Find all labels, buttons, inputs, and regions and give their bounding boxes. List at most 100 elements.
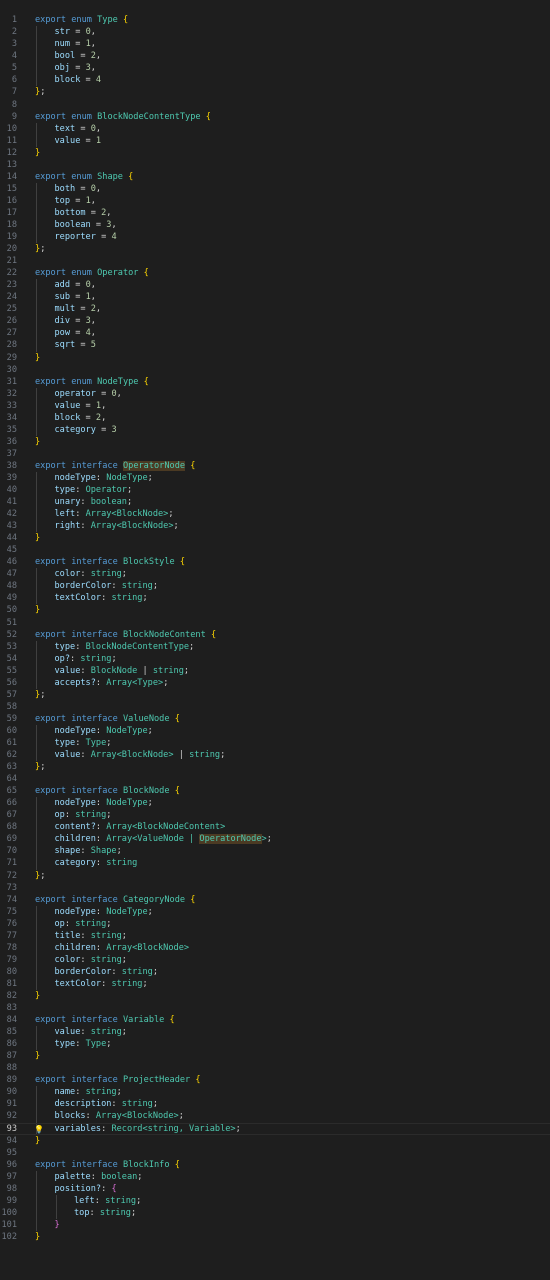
code-line[interactable]: 53 type: BlockNodeContentType; bbox=[0, 640, 550, 653]
code-line[interactable]: 8 bbox=[0, 99, 550, 111]
code-line[interactable]: 27 pow = 4, bbox=[0, 327, 550, 340]
code-line[interactable]: 65 export interface BlockNode { bbox=[0, 785, 550, 797]
code-line[interactable]: 85 value: string; bbox=[0, 1026, 550, 1039]
code-line[interactable]: 90 name: string; bbox=[0, 1086, 550, 1099]
code-line[interactable]: 61 type: Type; bbox=[0, 737, 550, 750]
code-line[interactable]: 35 category = 3 bbox=[0, 423, 550, 436]
code-line[interactable]: 62 value: Array<BlockNode> | string; bbox=[0, 749, 550, 762]
code-line[interactable]: 12} bbox=[0, 147, 550, 159]
code-line[interactable]: 16 top = 1, bbox=[0, 194, 550, 207]
code-line[interactable]: 22 export enum Operator { bbox=[0, 267, 550, 279]
code-line[interactable]: 6 block = 4 bbox=[0, 74, 550, 87]
code-line[interactable]: 95 bbox=[0, 1147, 550, 1159]
code-line[interactable]: 64 bbox=[0, 773, 550, 785]
code-line[interactable]: 54 op?: string; bbox=[0, 652, 550, 665]
code-line[interactable]: 29} bbox=[0, 352, 550, 364]
code-line[interactable]: 58 bbox=[0, 701, 550, 713]
code-line[interactable]: 49 textColor: string; bbox=[0, 592, 550, 605]
code-line[interactable]: 77 title: string; bbox=[0, 929, 550, 942]
code-line[interactable]: 48 borderColor: string; bbox=[0, 580, 550, 593]
code-line[interactable]: 74 export interface CategoryNode { bbox=[0, 894, 550, 906]
code-line[interactable]: 5 obj = 3, bbox=[0, 62, 550, 75]
code-line[interactable]: 10 text = 0, bbox=[0, 122, 550, 135]
code-line[interactable]: 18 boolean = 3, bbox=[0, 218, 550, 232]
code-line[interactable]: 59 export interface ValueNode { bbox=[0, 713, 550, 725]
code-line[interactable]: 68 content?: Array<BlockNodeContent> bbox=[0, 821, 550, 834]
code-line[interactable]: 86 type: Type; bbox=[0, 1038, 550, 1051]
code-line[interactable]: 37 bbox=[0, 448, 550, 460]
code-line[interactable]: 101} bbox=[0, 1218, 550, 1231]
code-line[interactable]: 102} bbox=[0, 1231, 550, 1243]
code-line[interactable]: 34 block = 2, bbox=[0, 411, 550, 424]
code-line[interactable]: 26 div = 3, bbox=[0, 315, 550, 328]
code-line[interactable]: 4 bool = 2, bbox=[0, 50, 550, 63]
code-line[interactable]: 93 💡 variables: Record<string, Variable>; bbox=[0, 1122, 550, 1135]
code-line[interactable]: 41 unary: boolean; bbox=[0, 496, 550, 509]
code-line[interactable]: 57}; bbox=[0, 689, 550, 701]
code-line[interactable]: 91 description: string; bbox=[0, 1098, 550, 1111]
code-line[interactable]: 63}; bbox=[0, 761, 550, 773]
code-line[interactable]: 21 bbox=[0, 255, 550, 267]
code-editor[interactable]: 1 export enum Type {2 str = 0, 3 num = 1, 4 bo… bbox=[0, 0, 550, 1280]
code-line[interactable]: 1 export enum Type { bbox=[0, 14, 550, 26]
code-line[interactable]: 60 nodeType: NodeType; bbox=[0, 724, 550, 737]
code-line[interactable]: 46 export interface BlockStyle { bbox=[0, 556, 550, 568]
code-line[interactable]: 100 top: string; bbox=[0, 1206, 550, 1219]
code-line[interactable]: 25 mult = 2, bbox=[0, 303, 550, 316]
code-line[interactable]: 45 bbox=[0, 544, 550, 556]
code-line[interactable]: 96 export interface BlockInfo { bbox=[0, 1159, 550, 1171]
code-line[interactable]: 97 palette: boolean; bbox=[0, 1170, 550, 1183]
code-line[interactable]: 75 nodeType: NodeType; bbox=[0, 905, 550, 918]
code-line[interactable]: 17 bottom = 2, bbox=[0, 206, 550, 219]
code-line[interactable]: 88 bbox=[0, 1062, 550, 1074]
code-line[interactable]: 38 export interface OperatorNode { bbox=[0, 460, 550, 472]
code-line[interactable]: 23 add = 0, bbox=[0, 279, 550, 292]
code-line[interactable]: 44} bbox=[0, 532, 550, 544]
code-line[interactable]: 84 export interface Variable { bbox=[0, 1014, 550, 1026]
code-line[interactable]: 78 children: Array<BlockNode> bbox=[0, 941, 550, 954]
code-line[interactable]: 50} bbox=[0, 604, 550, 616]
code-line[interactable]: 56 accepts?: Array<Type>; bbox=[0, 676, 550, 689]
code-line[interactable]: 73 bbox=[0, 882, 550, 894]
code-line[interactable]: 31 export enum NodeType { bbox=[0, 376, 550, 388]
code-line[interactable]: 13 bbox=[0, 159, 550, 171]
code-line[interactable]: 99 left: string; bbox=[0, 1194, 550, 1207]
code-line[interactable]: 98 position?: { bbox=[0, 1182, 550, 1195]
code-line[interactable]: 87} bbox=[0, 1050, 550, 1062]
code-line[interactable]: 40 type: Operator; bbox=[0, 484, 550, 497]
code-line[interactable]: 36} bbox=[0, 436, 550, 448]
code-line[interactable]: 2 str = 0, bbox=[0, 26, 550, 39]
code-line[interactable]: 20}; bbox=[0, 243, 550, 255]
code-line[interactable]: 79 color: string; bbox=[0, 953, 550, 966]
code-line[interactable]: 42 left: Array<BlockNode>; bbox=[0, 508, 550, 521]
code-line[interactable]: 80 borderColor: string; bbox=[0, 965, 550, 978]
code-line[interactable]: 72}; bbox=[0, 870, 550, 882]
code-line[interactable]: 66 nodeType: NodeType; bbox=[0, 797, 550, 810]
code-line[interactable]: 7}; bbox=[0, 86, 550, 98]
code-line[interactable]: 51 bbox=[0, 617, 550, 629]
code-line[interactable]: 71 category: string bbox=[0, 857, 550, 870]
code-line[interactable]: 3 num = 1, bbox=[0, 38, 550, 51]
code-line[interactable]: 30 bbox=[0, 364, 550, 376]
code-line[interactable]: 94} bbox=[0, 1135, 550, 1147]
code-line[interactable]: 14 export enum Shape { bbox=[0, 171, 550, 183]
code-line[interactable]: 33 value = 1, bbox=[0, 399, 550, 412]
code-line[interactable]: 24 sub = 1, bbox=[0, 291, 550, 304]
code-line[interactable]: 69 children: Array<ValueNode | OperatorNo… bbox=[0, 833, 550, 846]
code-line[interactable]: 89 export interface ProjectHeader { bbox=[0, 1074, 550, 1086]
code-line[interactable]: 19 reporter = 4 bbox=[0, 231, 550, 244]
code-line[interactable]: 52 export interface BlockNodeContent { bbox=[0, 629, 550, 641]
code-line[interactable]: 82} bbox=[0, 990, 550, 1002]
code-line[interactable]: 43 right: Array<BlockNode>; bbox=[0, 520, 550, 533]
code-line[interactable]: 81 textColor: string; bbox=[0, 977, 550, 990]
code-line[interactable]: 92 blocks: Array<BlockNode>; bbox=[0, 1110, 550, 1123]
code-line[interactable]: 70 shape: Shape; bbox=[0, 845, 550, 858]
code-line[interactable]: 55 value: BlockNode | string; bbox=[0, 664, 550, 677]
lightbulb-icon[interactable]: 💡 bbox=[34, 1125, 44, 1135]
code-line[interactable]: 15 both = 0, bbox=[0, 182, 550, 195]
code-line[interactable]: 39 nodeType: NodeType; bbox=[0, 471, 550, 485]
code-line[interactable]: 47 color: string; bbox=[0, 568, 550, 581]
code-line[interactable]: 76 op: string; bbox=[0, 917, 550, 930]
code-line[interactable]: 28 sqrt = 5 bbox=[0, 339, 550, 352]
code-line[interactable]: 11 value = 1 bbox=[0, 134, 550, 147]
